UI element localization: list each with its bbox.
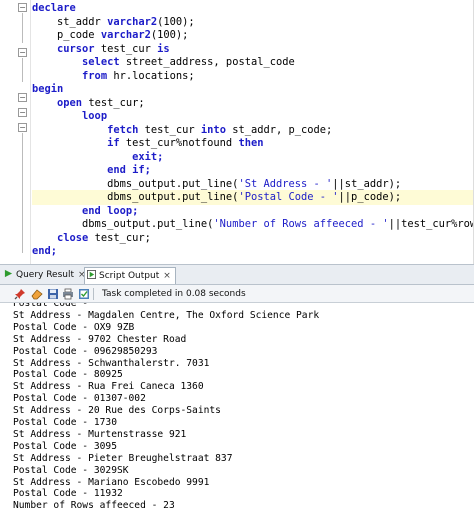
code-token: (100);: [157, 15, 195, 28]
code-token: 'Number of Rows affeeced - ': [213, 218, 389, 230]
code-token: 'Postal Code - ': [238, 191, 339, 203]
collapse-begin-icon[interactable]: −: [18, 93, 27, 102]
collapse-loop-icon[interactable]: −: [18, 123, 27, 132]
output-line: St Address - Magdalen Centre, The Oxford…: [13, 309, 320, 321]
code-token: test_cur: [144, 123, 201, 136]
output-tab-bar: Query Result × Script Output ×: [0, 264, 474, 285]
code-token: ||p_code);: [338, 191, 402, 203]
fold-guide: [22, 133, 23, 253]
script-output-icon: [87, 270, 96, 279]
code-token: dbms_output.put_line(: [32, 191, 239, 203]
print-icon[interactable]: [62, 288, 74, 300]
output-line: Postal Code - 01307-002: [13, 393, 146, 405]
code-token: test_cur%notfound: [125, 137, 239, 149]
collapse-cursor-icon[interactable]: −: [18, 48, 27, 57]
code-token: if: [32, 137, 126, 149]
output-line: St Address - Murtenstrasse 921: [13, 428, 187, 440]
output-line: Postal Code - 80925: [13, 369, 123, 381]
output-line: Postal Code - 11932: [13, 488, 123, 500]
code-token: loop: [32, 110, 108, 122]
fold-guide: [22, 58, 23, 82]
code-token: declare: [32, 2, 76, 14]
code-line[interactable]: end;: [32, 244, 474, 259]
output-line: Postal Code - OX9 9ZB: [13, 321, 135, 333]
code-token: (100);: [150, 29, 189, 41]
code-token: end if;: [32, 164, 151, 176]
pin-icon[interactable]: [14, 288, 26, 300]
collapse-declare-icon[interactable]: −: [18, 3, 27, 12]
code-token: st_addr, p_code;: [232, 123, 333, 136]
task-status-text: Task completed in 0.08 seconds: [102, 289, 246, 299]
code-token: from: [32, 69, 114, 82]
output-line: St Address - Schwanthalerstr. 7031: [13, 357, 210, 369]
output-line: St Address - Mariano Escobedo 9991: [13, 476, 210, 488]
code-token: exit;: [32, 150, 164, 163]
code-token: st_addr: [32, 15, 108, 28]
code-token: test_cur;: [88, 96, 145, 109]
code-token: open: [32, 96, 89, 109]
collapse-open-icon[interactable]: −: [18, 108, 27, 117]
code-editor[interactable]: − − − − − declare st_addr varchar2(100);…: [0, 0, 474, 264]
code-token: dbms_output.put_line(: [32, 218, 214, 230]
code-token: ||test_cur%rowcount);: [388, 218, 474, 230]
output-line: St Address - Rua Frei Caneca 1360: [13, 381, 204, 393]
code-token: street_address, postal_code: [125, 56, 295, 68]
code-token: begin: [32, 83, 64, 95]
code-token: is: [157, 42, 170, 55]
find-icon[interactable]: [78, 288, 90, 300]
output-line: Postal Code - 3095: [13, 440, 117, 452]
close-script-output-icon[interactable]: ×: [163, 271, 171, 281]
tab-query-result[interactable]: Query Result ×: [2, 267, 90, 284]
eraser-icon[interactable]: [31, 288, 43, 300]
tab-script-output-label: Script Output: [99, 271, 160, 281]
script-output-area[interactable]: Postal Code - St Address - Magdalen Centr…: [0, 303, 474, 525]
code-token: test_cur;: [94, 231, 151, 244]
code-token: dbms_output.put_line(: [32, 177, 239, 190]
output-line: St Address - 20 Rue des Corps-Saints: [13, 405, 221, 417]
query-result-icon: [4, 269, 13, 278]
code-token: p_code: [32, 29, 101, 41]
tab-script-output[interactable]: Script Output ×: [84, 267, 176, 284]
code-token: 'St Address - ': [238, 177, 333, 190]
code-token: ||st_addr);: [332, 177, 402, 190]
code-token: select: [32, 56, 126, 68]
code-token: varchar2: [107, 15, 158, 28]
tab-query-result-label: Query Result: [16, 270, 75, 280]
code-token: hr.locations;: [113, 69, 195, 82]
output-line: Number of Rows affeeced - 23: [13, 500, 175, 512]
output-line: St Address - Pieter Breughelstraat 837: [13, 452, 233, 464]
toolbar-separator: [93, 288, 94, 300]
code-token: into: [200, 123, 233, 136]
output-line: Postal Code - 09629850293: [13, 345, 158, 357]
save-icon[interactable]: [47, 288, 59, 300]
code-token: then: [238, 137, 264, 149]
fold-guide: [22, 13, 23, 43]
output-line: Postal Code -: [13, 303, 89, 309]
output-line: Postal Code - 3029SK: [13, 464, 129, 476]
code-token: cursor: [32, 42, 101, 55]
code-token: end;: [32, 245, 58, 257]
output-line: St Address - 9702 Chester Road: [13, 333, 187, 345]
output-toolbar: Task completed in 0.08 seconds: [0, 285, 474, 303]
editor-gutter: − − − − −: [0, 0, 31, 264]
code-token: test_cur: [100, 42, 158, 55]
code-token: fetch: [32, 123, 145, 136]
code-token: varchar2: [100, 29, 151, 41]
code-token: close: [32, 231, 95, 244]
output-line: Postal Code - 1730: [13, 417, 117, 428]
code-token: end loop;: [32, 204, 139, 217]
